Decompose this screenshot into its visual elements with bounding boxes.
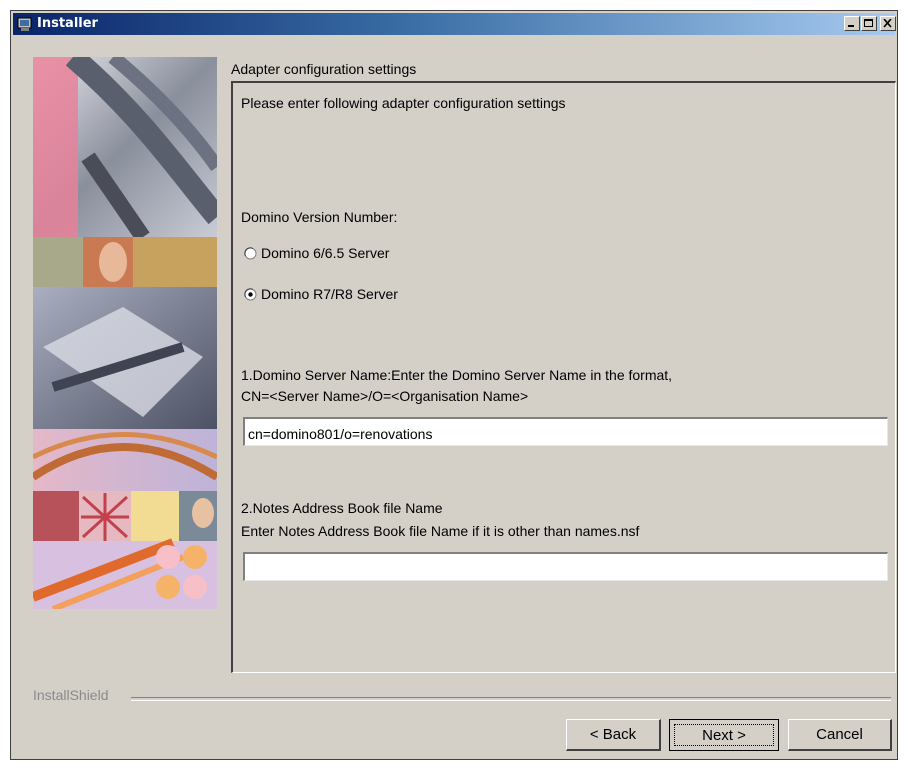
address-book-label: 2.Notes Address Book file Name <box>241 500 443 516</box>
installshield-branding: InstallShield <box>33 687 109 703</box>
settings-panel: Please enter following adapter configura… <box>231 81 896 673</box>
footer-divider <box>131 697 891 701</box>
version-label: Domino Version Number: <box>241 209 398 225</box>
radio-domino-r7[interactable] <box>244 288 257 301</box>
next-button[interactable]: Next > <box>669 719 779 751</box>
server-name-input[interactable] <box>243 417 888 446</box>
minimize-button[interactable] <box>844 16 860 31</box>
installer-side-image <box>33 57 217 609</box>
radio-domino-6-label[interactable]: Domino 6/6.5 Server <box>261 245 389 261</box>
installer-window: Installer Adapter configuration settings… <box>10 10 898 760</box>
panel-title: Adapter configuration settings <box>231 61 417 77</box>
radio-domino-r7-label[interactable]: Domino R7/R8 Server <box>261 286 398 302</box>
server-name-format-hint: CN=<Server Name>/O=<Organisation Name> <box>241 388 529 404</box>
maximize-icon <box>864 19 873 27</box>
close-icon <box>883 19 892 28</box>
title-bar[interactable]: Installer <box>13 13 896 35</box>
window-title: Installer <box>37 16 98 31</box>
maximize-button[interactable] <box>861 16 877 31</box>
cancel-button[interactable]: Cancel <box>788 719 892 751</box>
address-book-hint: Enter Notes Address Book file Name if it… <box>241 523 640 539</box>
server-name-label: 1.Domino Server Name:Enter the Domino Se… <box>241 367 673 383</box>
intro-text: Please enter following adapter configura… <box>241 95 566 111</box>
minimize-icon <box>848 25 854 27</box>
close-button[interactable] <box>880 16 896 31</box>
installer-app-icon <box>17 17 32 31</box>
address-book-input[interactable] <box>243 552 888 581</box>
radio-domino-6[interactable] <box>244 247 257 260</box>
next-button-label: Next > <box>674 724 774 746</box>
back-button[interactable]: < Back <box>566 719 661 751</box>
